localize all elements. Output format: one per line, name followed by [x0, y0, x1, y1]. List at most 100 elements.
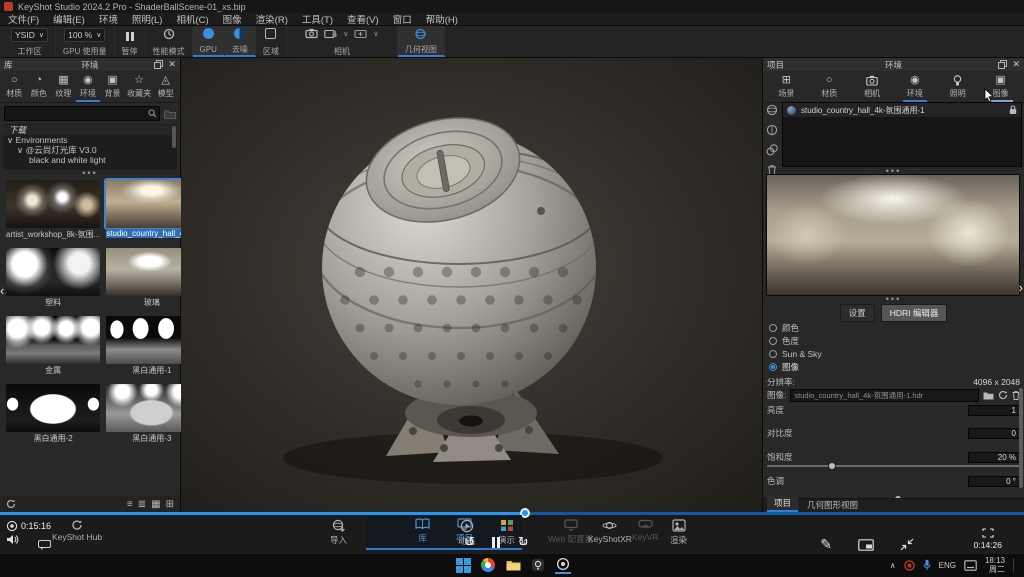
start-button[interactable] [455, 557, 471, 573]
library-toggle[interactable]: 库 [415, 518, 430, 544]
tree-item-download[interactable]: 下载 [3, 125, 177, 135]
hdri-editor-button[interactable]: HDRI 编辑器 [881, 304, 948, 322]
recording-indicator-icon[interactable] [904, 560, 915, 571]
menu-camera[interactable]: 相机(C) [176, 12, 208, 26]
bottom-tab-geometry-view[interactable]: 几何图形视图 [800, 498, 865, 512]
image-path-field[interactable]: studio_country_hall_4k-氛围通用-1.hdr [790, 389, 979, 402]
hdri-preview[interactable] [766, 174, 1020, 296]
camera-group[interactable]: ∨ ∨ 相机 [287, 26, 398, 57]
saturation-value[interactable]: 20 % [968, 452, 1020, 463]
browser-icon[interactable] [480, 557, 496, 573]
pause-playback-button[interactable] [492, 537, 500, 548]
pencil-icon[interactable]: ✎ [820, 536, 832, 553]
scroll-left-arrow[interactable]: ‹ [0, 283, 4, 298]
slider-knob[interactable] [828, 462, 836, 470]
performance-mode-button[interactable]: 性能模式 [146, 26, 193, 57]
open-folder-icon[interactable] [983, 391, 994, 400]
import-button[interactable]: 导入 [330, 519, 347, 546]
add-environment-icon[interactable] [766, 104, 778, 116]
keyshotxr-button[interactable]: KeyShotXR [588, 519, 632, 544]
tab-environment[interactable]: ◉环境 [76, 74, 100, 102]
tree-scrollbar[interactable] [172, 126, 176, 148]
refresh-icon[interactable] [6, 499, 16, 509]
thumb-artist-workshop[interactable]: artist_workshop_8k-氛围... [6, 180, 100, 240]
thumb-bw-generic-2[interactable]: 黑白通用-2 [6, 384, 100, 444]
camera-add-icon[interactable] [354, 28, 367, 39]
render-button[interactable]: 渲染 [670, 519, 687, 546]
denoise-toggle[interactable]: 去噪 [225, 26, 256, 57]
splitter-handle[interactable]: ••• [763, 296, 1024, 302]
gpu-toggle[interactable]: GPU [193, 26, 225, 57]
language-indicator[interactable]: ENG [939, 561, 956, 570]
show-desktop-button[interactable] [1013, 558, 1020, 572]
gpu-usage-group[interactable]: 100 %∨ GPU 使用量 [56, 26, 115, 57]
gpu-usage-dropdown[interactable]: 100 %∨ [64, 28, 105, 42]
clock[interactable]: 18:13 周二 [985, 556, 1005, 574]
menu-edit[interactable]: 编辑(E) [53, 12, 85, 26]
chevron-down-icon[interactable]: ∨ [343, 30, 348, 38]
collapse-icon[interactable] [900, 538, 914, 551]
radio-image[interactable]: 图像 [763, 360, 1024, 373]
thumb-plastic[interactable]: 塑料 [6, 248, 100, 308]
small-grid-view-icon[interactable]: ▦ [151, 499, 160, 510]
detail-view-icon[interactable]: ≣ [138, 499, 146, 510]
tree-item-bw-light[interactable]: black and white light [3, 155, 177, 165]
tab-lighting[interactable]: 照明 [946, 74, 970, 102]
touch-keyboard-icon[interactable] [964, 560, 977, 571]
skip-back-button[interactable]: ↺10 [464, 534, 474, 550]
tab-camera[interactable]: 相机 [860, 74, 884, 102]
float-panel-icon[interactable] [998, 60, 1007, 69]
thumb-metal[interactable]: 金属 [6, 316, 100, 376]
tree-item-cloud-lights[interactable]: ∨ @云尚灯光库 V3.0 [3, 145, 177, 155]
menu-render[interactable]: 渲染(R) [256, 12, 288, 26]
workspace-group[interactable]: YSID∨ 工作区 [4, 26, 56, 57]
chat-icon[interactable] [38, 540, 51, 550]
tab-model[interactable]: ◬模型 [154, 74, 178, 102]
list-view-icon[interactable]: ≡ [127, 499, 133, 510]
file-explorer-icon[interactable] [505, 557, 521, 573]
menu-lighting[interactable]: 照明(L) [132, 12, 163, 26]
menu-environment[interactable]: 环境 [99, 12, 118, 26]
camera-icon[interactable] [305, 28, 318, 39]
environment-list-item[interactable]: studio_country_hall_4k-氛围通用-1 [783, 103, 1021, 117]
recorder-app-icon-active[interactable] [555, 556, 571, 574]
tab-texture[interactable]: ▦纹理 [51, 74, 75, 102]
tray-expand-icon[interactable]: ∧ [890, 561, 896, 570]
geometry-view-button[interactable]: 几何视图 [398, 26, 445, 57]
menu-view[interactable]: 查看(V) [347, 12, 379, 26]
fullscreen-icon[interactable] [982, 528, 994, 538]
camera-lock-icon[interactable] [324, 28, 337, 39]
project-scrollbar[interactable] [1019, 388, 1023, 488]
tab-material[interactable]: ○材质 [2, 74, 26, 102]
keyshot-hub-button[interactable]: KeyShot Hub [48, 519, 106, 542]
float-panel-icon[interactable] [154, 60, 163, 69]
skip-forward-button[interactable]: ↻30 [518, 534, 528, 550]
radio-color[interactable]: 颜色 [763, 321, 1024, 334]
tab-background[interactable]: ▣背景 [101, 74, 125, 102]
menu-help[interactable]: 帮助(H) [426, 12, 458, 26]
menu-tools[interactable]: 工具(T) [302, 12, 333, 26]
tree-item-environments[interactable]: ∨ Environments [3, 135, 177, 145]
duplicate-icon[interactable] [766, 144, 778, 156]
tab-environment[interactable]: ◉环境 [903, 74, 927, 102]
radio-sun-sky[interactable]: Sun & Sky [763, 347, 1024, 360]
speaker-icon[interactable] [6, 534, 19, 545]
brightness-value[interactable]: 1 [968, 405, 1020, 416]
menu-file[interactable]: 文件(F) [8, 12, 39, 26]
region-button[interactable]: 区域 [256, 26, 287, 57]
pip-icon[interactable] [858, 539, 874, 551]
tab-scene[interactable]: ⊞场景 [774, 74, 798, 102]
tab-favorites[interactable]: ☆收藏夹 [125, 74, 153, 102]
lock-icon[interactable] [1009, 105, 1017, 115]
close-icon[interactable]: ✕ [168, 60, 176, 69]
contrast-value[interactable]: 0 [968, 428, 1020, 439]
settings-button[interactable]: 设置 [840, 304, 875, 322]
radio-chroma[interactable]: 色度 [763, 334, 1024, 347]
scroll-right-arrow[interactable]: › [1019, 280, 1023, 295]
sphere-pin-icon[interactable] [766, 124, 778, 136]
microphone-icon[interactable] [923, 559, 931, 571]
pause-button[interactable]: 暂停 [115, 26, 146, 57]
close-icon[interactable]: ✕ [1012, 60, 1020, 69]
bottom-tab-project[interactable]: 项目 [767, 496, 798, 512]
reload-icon[interactable] [998, 390, 1008, 400]
